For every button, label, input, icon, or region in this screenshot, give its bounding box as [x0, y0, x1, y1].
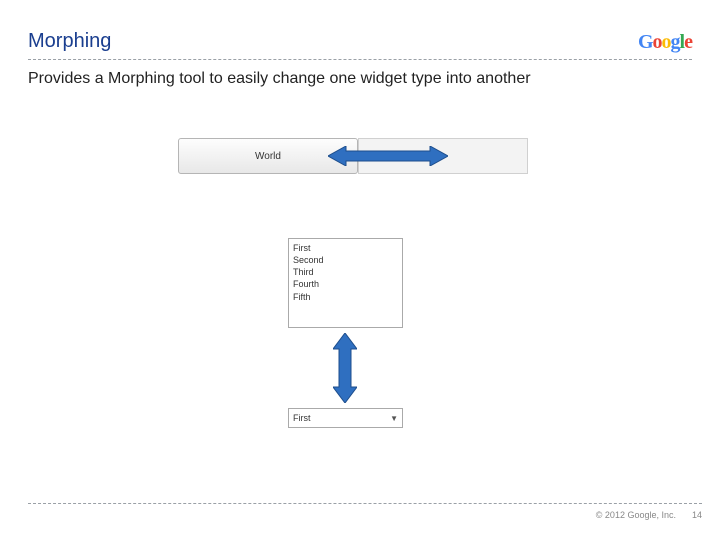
dropdown-selected: First: [293, 413, 311, 423]
listbox-widget[interactable]: First Second Third Fourth Fifth: [288, 238, 403, 328]
double-arrow-vertical-icon: [333, 333, 357, 403]
google-logo: Google: [638, 31, 692, 53]
chevron-down-icon: ▼: [390, 414, 398, 423]
page-title: Morphing: [28, 30, 111, 53]
footer: © 2012 Google, Inc. 14: [28, 503, 702, 520]
content: World World First Second Third Fourth Fi…: [28, 128, 692, 458]
page-number: 14: [692, 510, 702, 520]
header: Morphing Google: [28, 30, 692, 60]
list-item[interactable]: Third: [293, 266, 398, 278]
subtitle: Provides a Morphing tool to easily chang…: [28, 70, 692, 88]
copyright: © 2012 Google, Inc.: [596, 510, 676, 520]
list-item[interactable]: Fifth: [293, 291, 398, 303]
double-arrow-horizontal-icon: [328, 146, 448, 166]
dropdown-widget[interactable]: First ▼: [288, 408, 403, 428]
list-item[interactable]: Second: [293, 254, 398, 266]
list-item[interactable]: First: [293, 242, 398, 254]
button-label: World: [255, 151, 281, 162]
list-item[interactable]: Fourth: [293, 278, 398, 290]
